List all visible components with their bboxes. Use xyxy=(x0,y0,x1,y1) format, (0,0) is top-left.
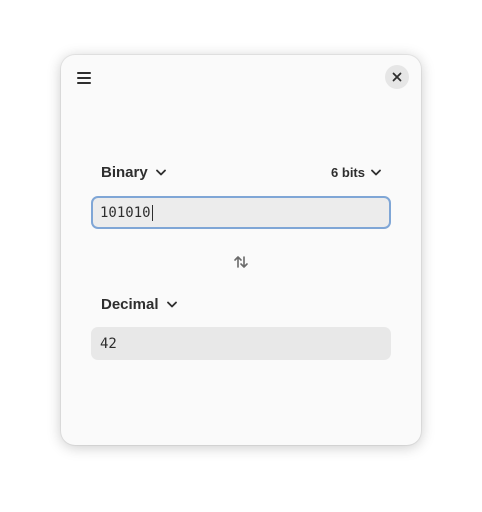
chevron-down-icon xyxy=(166,301,177,307)
output-unit-label: Decimal xyxy=(101,295,159,313)
converter-window: Binary 6 bits 101010 Decimal 42 xyxy=(61,55,421,445)
hamburger-menu-icon xyxy=(77,72,91,84)
chevron-down-icon xyxy=(155,169,166,175)
input-value-text: 101010 xyxy=(100,204,151,221)
input-unit-dropdown[interactable]: Binary xyxy=(91,162,176,183)
chevron-down-icon xyxy=(371,169,381,175)
main-menu-button[interactable] xyxy=(71,65,97,91)
output-unit-row: Decimal xyxy=(91,289,391,319)
text-caret xyxy=(151,204,153,221)
output-unit-dropdown[interactable]: Decimal xyxy=(91,294,187,315)
input-unit-label: Binary xyxy=(101,163,148,181)
swap-arrows-icon xyxy=(234,256,248,268)
close-button[interactable] xyxy=(385,65,409,89)
bit-width-dropdown[interactable]: 6 bits xyxy=(321,163,391,182)
swap-units-button[interactable] xyxy=(229,250,253,274)
output-value-text: 42 xyxy=(100,335,117,352)
output-value-field[interactable]: 42 xyxy=(91,327,391,360)
bit-width-label: 6 bits xyxy=(331,164,365,180)
input-unit-row: Binary 6 bits xyxy=(91,157,391,187)
close-icon xyxy=(392,72,402,82)
input-value-field[interactable]: 101010 xyxy=(91,196,391,229)
